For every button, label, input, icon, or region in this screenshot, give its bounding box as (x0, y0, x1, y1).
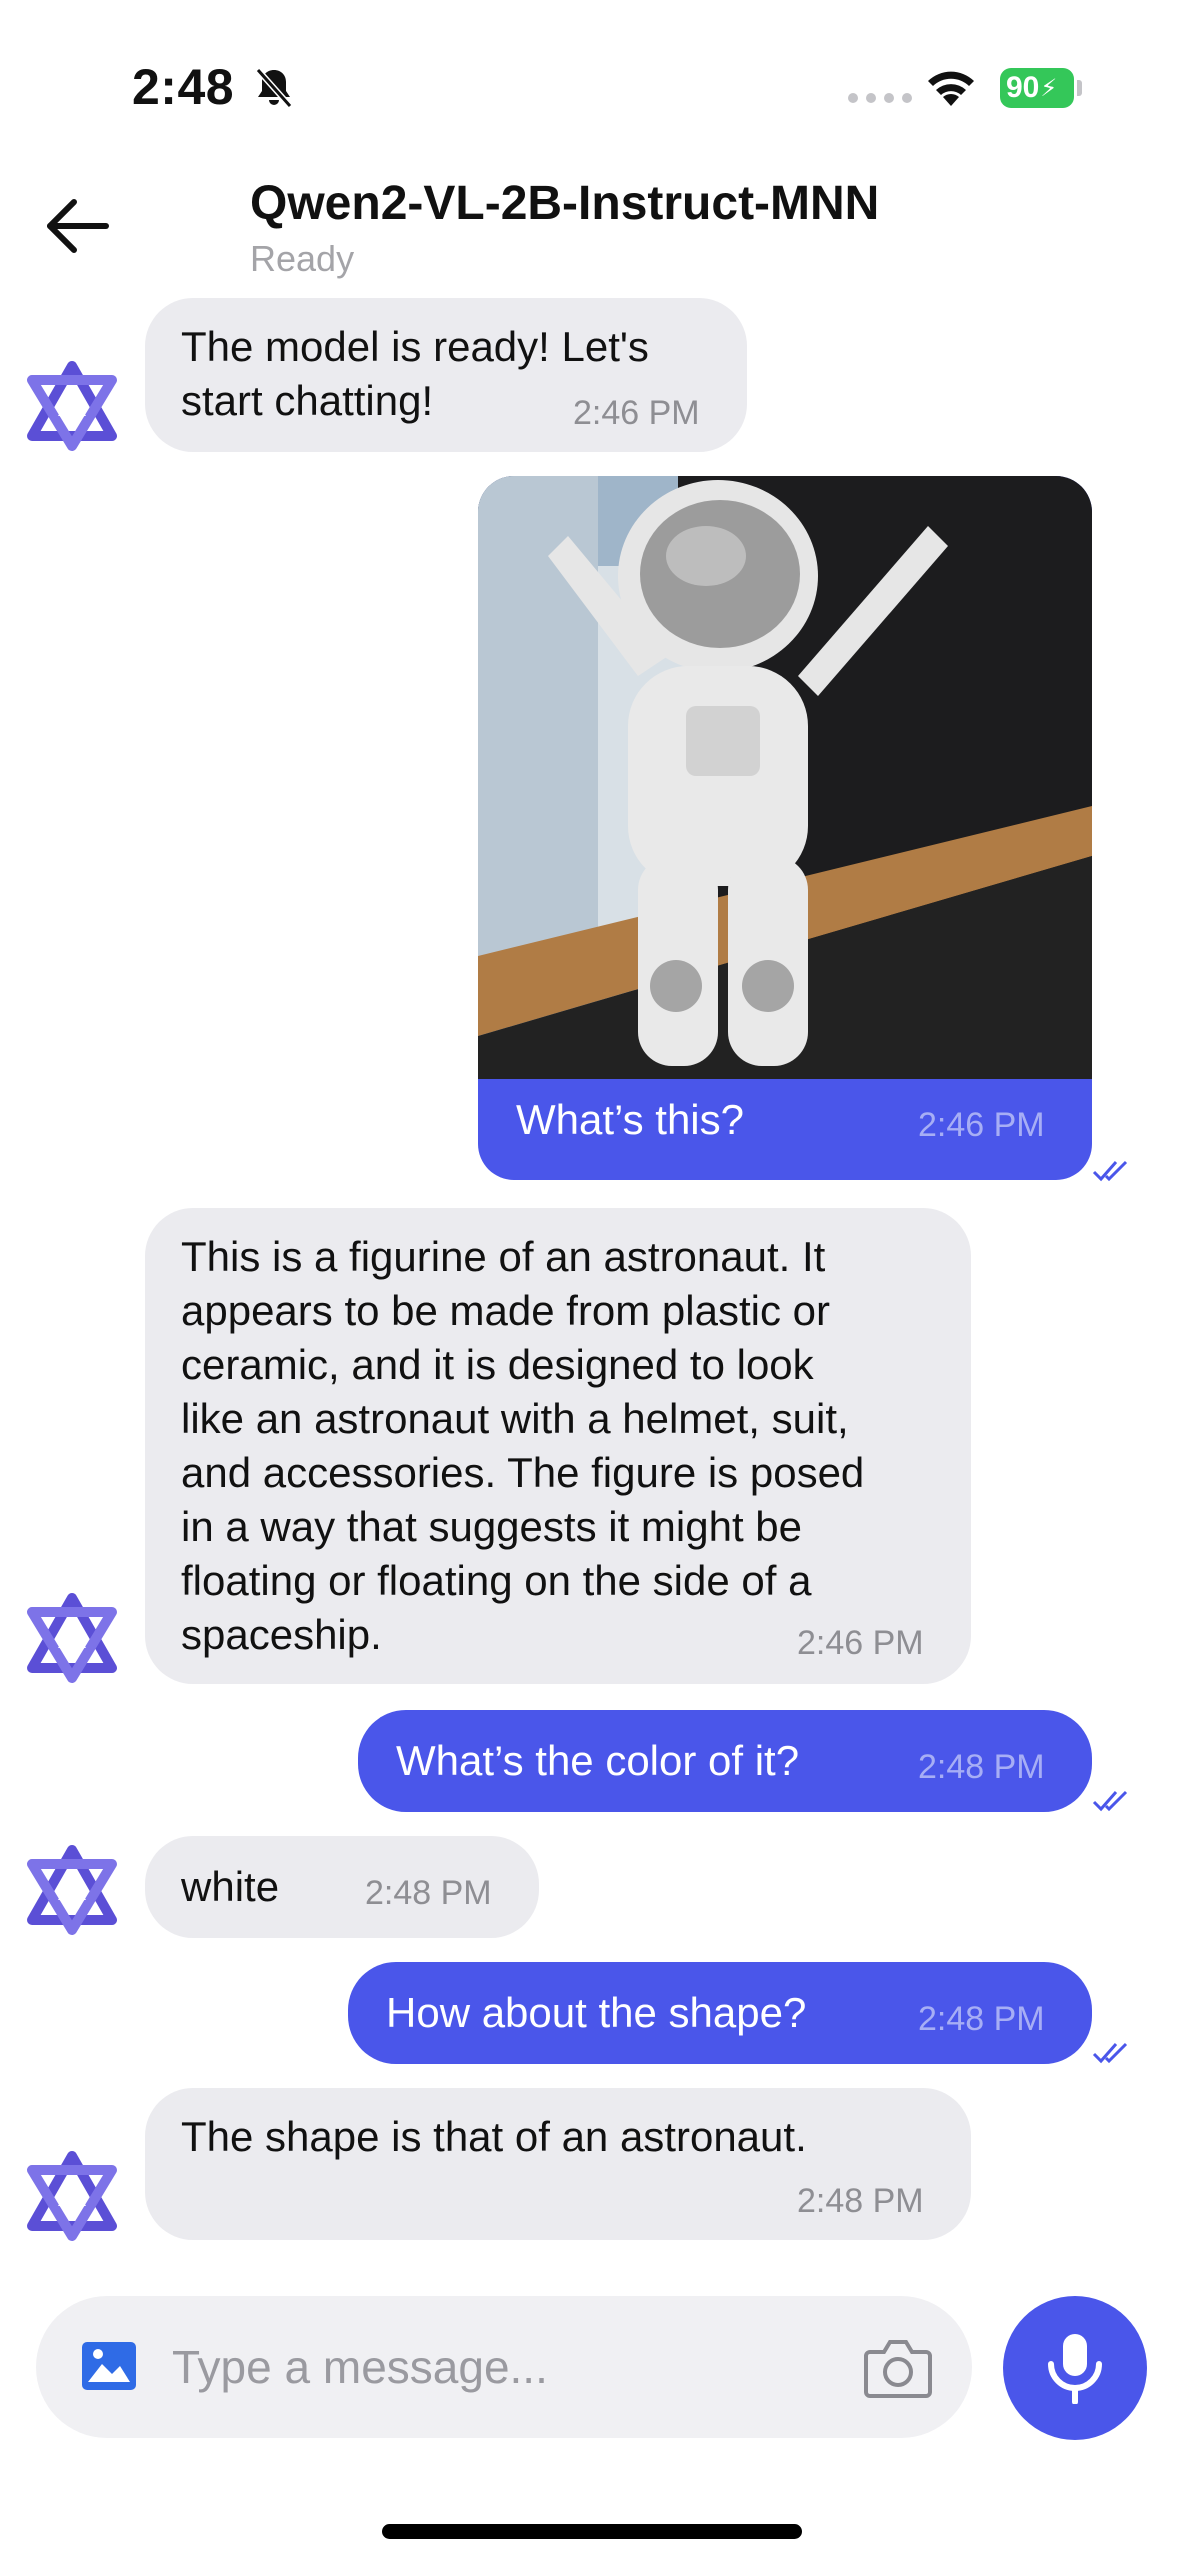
cellular-signal-icon (848, 93, 912, 103)
mic-button[interactable] (1003, 2296, 1147, 2440)
message-input-bar[interactable]: Type a message... (36, 2296, 972, 2438)
message-line: floating or floating on the side of a (181, 1557, 812, 1604)
message-line: and accessories. The figure is posed (181, 1449, 865, 1496)
image-icon[interactable] (80, 2340, 138, 2392)
message-line: like an astronaut with a helmet, suit, (181, 1395, 849, 1442)
battery-tip (1077, 80, 1082, 96)
message-line: in a way that suggests it might be (181, 1503, 802, 1550)
message-time: 2:46 PM (797, 1624, 924, 1662)
message-line: This is a figurine of an astronaut. It (181, 1233, 826, 1280)
message-text: How about the shape? (386, 1989, 807, 2036)
wifi-icon (928, 71, 974, 106)
message-text: What’s the color of it? (396, 1737, 800, 1784)
assistant-message-bubble: white 2:48 PM (145, 1836, 539, 1938)
battery-indicator: 90 ⚡ (1000, 68, 1074, 108)
user-message-bubble: What’s the color of it? 2:48 PM (358, 1710, 1092, 1812)
message-input[interactable]: Type a message... (172, 2340, 548, 2394)
qwen-logo-icon (27, 361, 117, 451)
message-time: 2:48 PM (797, 2182, 924, 2220)
status-time: 2:48 (132, 59, 235, 115)
mic-icon (1048, 2334, 1102, 2404)
back-arrow-icon[interactable] (44, 196, 112, 256)
message-line: The shape is that of an astronaut. (181, 2113, 807, 2160)
message-line: appears to be made from plastic or (181, 1287, 830, 1334)
assistant-message-bubble: The model is ready! Let's start chatting… (145, 298, 747, 452)
message-time: 2:48 PM (918, 1748, 1045, 1786)
message-time: 2:46 PM (918, 1106, 1045, 1144)
status-bar: 2:48 90 ⚡ (0, 0, 1179, 170)
qwen-logo-icon (27, 1845, 117, 1935)
user-message-bubble: How about the shape? 2:48 PM (348, 1962, 1092, 2064)
qwen-logo-icon (27, 1593, 117, 1683)
message-text: What’s this? (516, 1096, 744, 1143)
bell-slash-icon (255, 68, 293, 108)
message-line: ceramic, and it is designed to look (181, 1341, 814, 1388)
message-time: 2:48 PM (365, 1874, 492, 1912)
message-time: 2:46 PM (573, 394, 700, 432)
message-text: white (181, 1863, 280, 1910)
chat-title: Qwen2-VL-2B-Instruct-MNN (250, 177, 880, 230)
double-check-icon (1092, 1790, 1128, 1812)
qwen-logo-icon (27, 2151, 117, 2241)
battery-level: 90 (1006, 71, 1040, 104)
assistant-message-bubble: This is a figurine of an astronaut. It a… (145, 1208, 971, 1684)
assistant-message-bubble: The shape is that of an astronaut. 2:48 … (145, 2088, 971, 2240)
double-check-icon (1092, 2042, 1128, 2064)
astronaut-figurine-photo[interactable] (478, 476, 1092, 1079)
model-status: Ready (250, 238, 355, 279)
double-check-icon (1092, 1160, 1128, 1182)
camera-icon[interactable] (862, 2334, 934, 2400)
message-time: 2:48 PM (918, 2000, 1045, 2038)
user-image-message-bubble[interactable]: What’s this? 2:46 PM (478, 476, 1092, 1180)
message-line: The model is ready! Let's (181, 323, 649, 370)
home-indicator (382, 2524, 802, 2539)
